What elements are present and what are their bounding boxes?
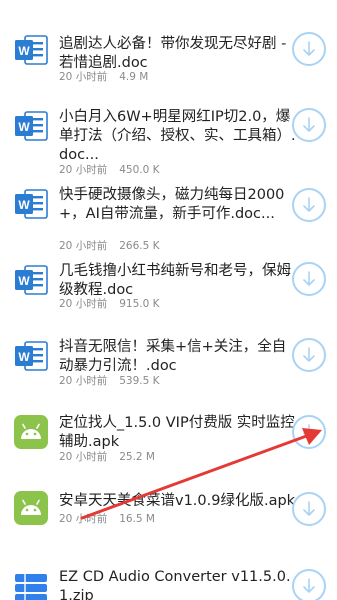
file-name: 几毛钱撸小红书纯新号和老号，保姆级教程.doc	[59, 263, 291, 298]
file-time: 20 小时前	[59, 71, 108, 83]
file-meta: 20 小时前 539.5 K	[59, 375, 160, 388]
download-button[interactable]	[292, 569, 326, 600]
download-arrow-icon	[303, 578, 315, 593]
file-meta: 20 小时前 25.2 M	[59, 451, 155, 464]
file-list-screen: W 追剧达人必备！带你发现无尽好剧 - 若惜追剧.doc 20 小时前 4.9 M…	[0, 0, 337, 600]
svg-text:W: W	[18, 198, 30, 212]
file-name: 追剧达人必备！带你发现无尽好剧 - 若惜追剧.doc	[59, 36, 287, 71]
download-button[interactable]	[292, 262, 326, 296]
download-arrow-icon	[303, 271, 315, 286]
file-row-2[interactable]: W 快手硬改摄像头，磁力纯每日2000+，AI自带流量，新手可作.doc... …	[0, 178, 337, 258]
file-row-7[interactable]: EZ CD Audio Converter v11.5.0.1.zip	[0, 550, 337, 600]
file-row-5[interactable]: 定位找人_1.5.0 VIP付费版 实时监控辅助.apk 20 小时前 25.2 …	[0, 410, 337, 480]
zip-archive-icon	[15, 574, 47, 600]
file-time: 20 小时前	[59, 375, 108, 387]
svg-text:W: W	[18, 44, 30, 58]
android-apk-icon	[14, 415, 48, 449]
file-name: 小白月入6W+明星网红IP切2.0，爆单打法（介绍、授权、实、工具箱）.doc.…	[59, 109, 296, 163]
download-button[interactable]	[292, 415, 326, 449]
file-row-3[interactable]: W 几毛钱撸小红书纯新号和老号，保姆级教程.doc 20 小时前 915.0 K	[0, 258, 337, 330]
file-name: 抖音无限信！采集+信+关注，全自动暴力引流！.doc	[59, 339, 287, 374]
download-arrow-icon	[303, 197, 315, 212]
file-time: 20 小时前	[59, 451, 108, 463]
file-time: 20 小时前	[59, 513, 108, 525]
word-doc-icon: W	[15, 341, 48, 371]
file-name: 快手硬改摄像头，磁力纯每日2000+，AI自带流量，新手可作.doc...	[59, 187, 285, 222]
download-arrow-icon	[303, 41, 315, 56]
file-size: 539.5 K	[119, 375, 160, 387]
android-apk-icon	[14, 491, 48, 525]
download-button[interactable]	[292, 188, 326, 222]
file-time: 20 小时前	[59, 240, 108, 252]
download-arrow-icon	[303, 347, 315, 362]
word-doc-icon: W	[15, 111, 48, 141]
file-name: EZ CD Audio Converter v11.5.0.1.zip	[59, 569, 291, 600]
file-row-6[interactable]: 安卓天天美食菜谱v1.0.9绿化版.apk 20 小时前 16.5 M	[0, 480, 337, 550]
word-doc-icon: W	[15, 35, 48, 65]
file-meta: 20 小时前 915.0 K	[59, 298, 160, 311]
svg-text:W: W	[18, 350, 30, 364]
file-size: 266.5 K	[119, 240, 160, 252]
download-button[interactable]	[292, 338, 326, 372]
file-name: 安卓天天美食菜谱v1.0.9绿化版.apk	[59, 493, 296, 509]
file-size: 16.5 M	[119, 513, 155, 525]
file-meta: 20 小时前 16.5 M	[59, 513, 155, 526]
file-row-1[interactable]: W 小白月入6W+明星网红IP切2.0，爆单打法（介绍、授权、实、工具箱）.do…	[0, 88, 337, 178]
file-name: 定位找人_1.5.0 VIP付费版 实时监控辅助.apk	[59, 415, 295, 450]
file-size: 25.2 M	[119, 451, 155, 463]
svg-text:W: W	[18, 120, 30, 134]
download-arrow-icon	[303, 424, 315, 439]
file-meta: 20 小时前 266.5 K	[59, 240, 160, 253]
file-time: 20 小时前	[59, 164, 108, 176]
file-size: 915.0 K	[119, 298, 160, 310]
svg-text:W: W	[18, 274, 30, 288]
download-button[interactable]	[292, 32, 326, 66]
file-meta: 20 小时前 4.9 M	[59, 71, 148, 84]
download-arrow-icon	[303, 501, 315, 516]
file-meta: 20 小时前 450.0 K	[59, 164, 160, 177]
file-row-0[interactable]: W 追剧达人必备！带你发现无尽好剧 - 若惜追剧.doc 20 小时前 4.9 M	[0, 0, 337, 88]
download-button[interactable]	[292, 492, 326, 526]
word-doc-icon: W	[15, 189, 48, 219]
file-time: 20 小时前	[59, 298, 108, 310]
file-size: 450.0 K	[119, 164, 160, 176]
word-doc-icon: W	[15, 265, 48, 295]
file-size: 4.9 M	[119, 71, 149, 83]
download-arrow-icon	[303, 117, 315, 132]
download-button[interactable]	[292, 108, 326, 142]
file-row-4[interactable]: W 抖音无限信！采集+信+关注，全自动暴力引流！.doc 20 小时前 539.5…	[0, 330, 337, 410]
